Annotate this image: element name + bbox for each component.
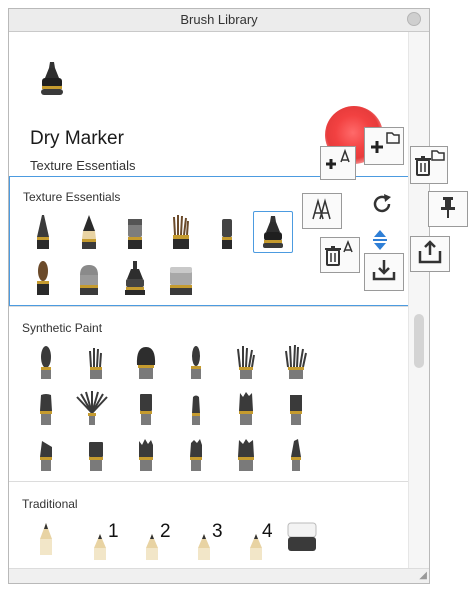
brush-tile[interactable] bbox=[226, 341, 266, 383]
reset-icon bbox=[370, 192, 394, 221]
brush-library-window: Brush Library Dry Marker Texture Essenti… bbox=[8, 8, 430, 584]
export-button[interactable] bbox=[410, 236, 450, 272]
brush-tile[interactable] bbox=[126, 387, 166, 429]
brush-name: Dry Marker bbox=[30, 128, 124, 149]
delete-brush-icon bbox=[324, 239, 356, 272]
brush-tile[interactable] bbox=[176, 387, 216, 429]
category-traditional[interactable]: Traditional 1 2 3 4 bbox=[9, 485, 409, 575]
brush-tile[interactable] bbox=[115, 257, 155, 299]
brush-tile[interactable] bbox=[69, 257, 109, 299]
title-bar[interactable]: Brush Library bbox=[9, 9, 429, 32]
brush-tile[interactable] bbox=[26, 433, 66, 475]
brush-tile[interactable] bbox=[69, 211, 109, 253]
duplicate-brush-icon bbox=[307, 195, 337, 228]
brush-tile[interactable] bbox=[276, 341, 316, 383]
category-synthetic-paint[interactable]: Synthetic Paint bbox=[9, 309, 409, 479]
brush-tile[interactable] bbox=[276, 433, 316, 475]
delete-brush-set-icon bbox=[413, 148, 445, 183]
brush-tile[interactable] bbox=[26, 517, 66, 559]
section-divider bbox=[9, 481, 409, 482]
brush-tile[interactable] bbox=[276, 387, 316, 429]
category-label: Synthetic Paint bbox=[22, 321, 103, 335]
delete-brush-set-button[interactable] bbox=[410, 146, 448, 184]
reset-button[interactable] bbox=[368, 192, 396, 220]
brush-tile[interactable] bbox=[161, 211, 201, 253]
brush-tile[interactable] bbox=[26, 387, 66, 429]
add-brush-icon bbox=[323, 148, 353, 179]
brush-tile[interactable] bbox=[176, 341, 216, 383]
brush-tile[interactable] bbox=[176, 433, 216, 475]
window-title: Brush Library bbox=[180, 12, 258, 27]
dry-marker-icon bbox=[39, 62, 65, 101]
brush-tile[interactable] bbox=[76, 433, 116, 475]
brush-set-name: Texture Essentials bbox=[30, 158, 136, 173]
brush-tile[interactable] bbox=[226, 433, 266, 475]
brush-tile[interactable] bbox=[23, 257, 63, 299]
scroll-thumb[interactable] bbox=[414, 314, 424, 368]
brush-tile[interactable] bbox=[282, 517, 322, 559]
brush-tile-selected[interactable] bbox=[253, 211, 293, 253]
pencil-number: 1 bbox=[108, 521, 119, 542]
add-brush-set-icon bbox=[367, 129, 401, 164]
scrollbar[interactable] bbox=[408, 32, 429, 583]
brush-tile[interactable] bbox=[126, 433, 166, 475]
brush-tile[interactable] bbox=[26, 341, 66, 383]
add-brush-set-button[interactable] bbox=[364, 127, 404, 165]
export-icon bbox=[417, 239, 443, 270]
move-handle[interactable] bbox=[366, 228, 394, 256]
status-bar: ◢ bbox=[9, 568, 429, 583]
category-label: Texture Essentials bbox=[23, 190, 121, 204]
brush-tile[interactable] bbox=[23, 211, 63, 253]
section-divider bbox=[9, 306, 409, 307]
pencil-number: 3 bbox=[212, 521, 223, 542]
category-label: Traditional bbox=[22, 497, 78, 511]
import-icon bbox=[371, 257, 397, 288]
pin-button[interactable] bbox=[428, 191, 468, 227]
close-button[interactable] bbox=[407, 12, 421, 26]
brush-tile[interactable] bbox=[207, 211, 247, 253]
pin-icon bbox=[438, 195, 458, 224]
brush-tile[interactable] bbox=[226, 387, 266, 429]
brush-tile[interactable] bbox=[115, 211, 155, 253]
import-button[interactable] bbox=[364, 253, 404, 291]
duplicate-brush-button[interactable] bbox=[302, 193, 342, 229]
add-brush-button[interactable] bbox=[320, 146, 356, 180]
brush-tile[interactable] bbox=[76, 341, 116, 383]
brush-tile[interactable] bbox=[126, 341, 166, 383]
resize-grip-icon[interactable]: ◢ bbox=[419, 570, 427, 581]
pencil-number: 2 bbox=[160, 521, 171, 542]
pencil-number: 4 bbox=[262, 521, 273, 542]
brush-tile[interactable] bbox=[72, 387, 112, 429]
delete-brush-button[interactable] bbox=[320, 237, 360, 273]
brush-tile[interactable] bbox=[161, 257, 201, 299]
